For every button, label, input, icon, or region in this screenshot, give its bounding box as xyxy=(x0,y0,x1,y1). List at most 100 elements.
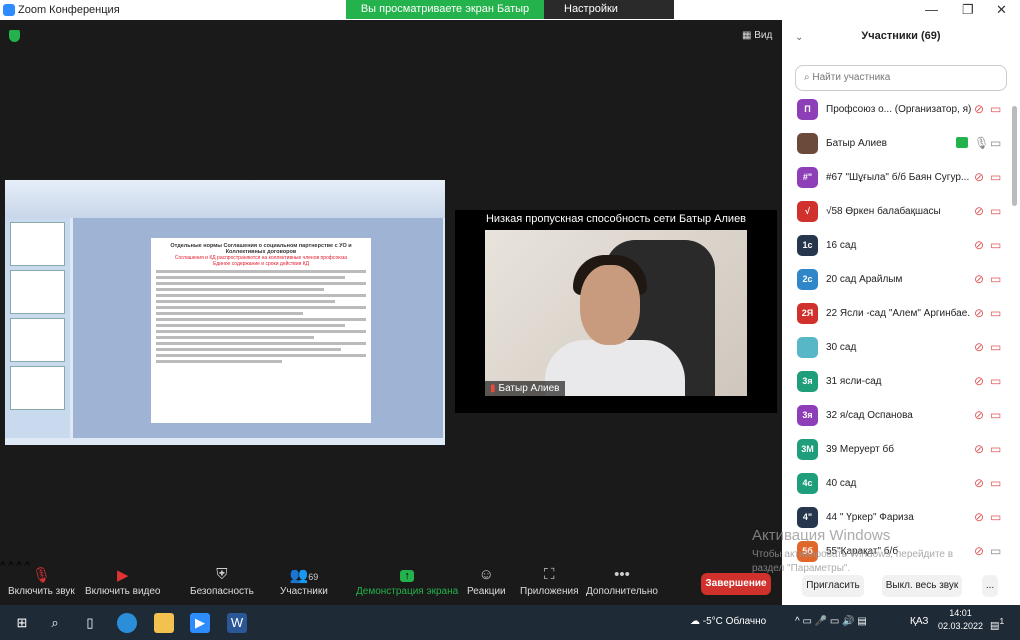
view-label: Вид xyxy=(754,30,773,41)
share-arrow-icon: ↑ xyxy=(356,566,458,586)
share-screen-button[interactable]: ↑ Демонстрация экрана xyxy=(356,566,458,597)
video-off-icon[interactable]: ▭ xyxy=(990,476,1001,490)
video-off-icon[interactable]: ▭ xyxy=(990,374,1001,388)
close-icon[interactable]: ✕ xyxy=(996,2,1007,18)
task-view-icon[interactable]: ▯ xyxy=(80,613,100,633)
mic-muted-icon[interactable]: ⊘ xyxy=(974,238,984,252)
participants-button[interactable]: 👥69 Участники xyxy=(280,566,328,597)
mic-muted-icon[interactable]: ⊘ xyxy=(974,204,984,218)
video-off-icon[interactable]: ▭ xyxy=(990,102,1001,116)
slide-thumb xyxy=(10,270,65,314)
video-off-icon[interactable]: ▭ xyxy=(990,442,1001,456)
participant-row[interactable]: 2Я 22 Ясли -сад "Алем" Аргинбае... ⊘ ▭ xyxy=(782,298,1012,332)
participant-row[interactable]: 3М 39 Меруерт бб ⊘ ▭ xyxy=(782,434,1012,468)
mic-muted-icon[interactable]: ⊘ xyxy=(974,374,984,388)
scrollbar[interactable] xyxy=(1012,106,1017,206)
ppt-ribbon xyxy=(5,180,445,218)
zoom-logo-icon xyxy=(3,4,15,16)
search-icon[interactable]: ⌕ xyxy=(45,613,65,633)
audio-options-caret[interactable]: ^ xyxy=(0,560,5,572)
panel-more-button[interactable]: ... xyxy=(982,575,998,597)
participant-name: 30 сад xyxy=(826,342,857,353)
video-icon[interactable]: ▭ xyxy=(990,136,1001,150)
start-icon[interactable]: ⊞ xyxy=(12,613,32,633)
invite-button[interactable]: Пригласить xyxy=(802,575,864,597)
view-settings-button[interactable]: Настройки просмотра xyxy=(544,0,674,34)
tray-icons[interactable]: ^ ▭ 🎤 ▭ 🔊 ▤ xyxy=(795,616,867,627)
slide-thumb xyxy=(10,366,65,410)
avatar: 1с xyxy=(797,235,818,256)
participant-row[interactable]: 2с 20 сад Арайлым ⊘ ▭ xyxy=(782,264,1012,298)
end-meeting-button[interactable]: Завершение xyxy=(701,573,771,595)
mic-muted-icon[interactable]: ⊘ xyxy=(974,306,984,320)
mic-muted-icon[interactable]: ⊘ xyxy=(974,442,984,456)
more-button[interactable]: ••• Дополнительно xyxy=(586,566,658,597)
video-off-icon[interactable]: ▭ xyxy=(990,510,1001,524)
security-button[interactable]: ⛨ Безопасность xyxy=(190,566,254,597)
video-tile[interactable]: Низкая пропускная способность сети Батыр… xyxy=(455,210,777,413)
emoji-icon: ☺ xyxy=(478,566,494,583)
clock[interactable]: 14:01 02.03.2022 xyxy=(938,607,983,633)
edge-icon[interactable] xyxy=(117,613,137,633)
video-off-icon[interactable]: ▭ xyxy=(990,306,1001,320)
participant-row[interactable]: √ √58 Өркен балабақшасы ⊘ ▭ xyxy=(782,196,1012,230)
slide-thumb xyxy=(10,222,65,266)
unmute-button[interactable]: 🎙 Включить звук xyxy=(8,566,75,597)
weather-widget[interactable]: ☁ -5°C Облачно xyxy=(690,616,766,627)
avatar xyxy=(797,133,818,154)
notifications-icon[interactable]: ▤1 xyxy=(990,616,1004,631)
mic-muted-icon[interactable]: ⊘ xyxy=(974,510,984,524)
video-off-icon[interactable]: ▭ xyxy=(990,340,1001,354)
sharing-icon xyxy=(956,137,968,148)
mic-muted-icon[interactable]: ⊘ xyxy=(974,170,984,184)
video-off-icon[interactable]: ▭ xyxy=(990,204,1001,218)
mic-muted-icon[interactable]: ⊘ xyxy=(974,340,984,354)
avatar: 3я xyxy=(797,405,818,426)
participant-row[interactable]: 1с 16 сад ⊘ ▭ xyxy=(782,230,1012,264)
minimize-icon[interactable]: — xyxy=(925,2,938,17)
view-button[interactable]: ▦ Вид xyxy=(742,30,772,41)
file-explorer-icon[interactable] xyxy=(154,613,174,633)
video-off-icon[interactable]: ▭ xyxy=(990,170,1001,184)
slide-thumb xyxy=(10,318,65,362)
language-indicator[interactable]: ҚАЗ xyxy=(910,616,928,627)
avatar xyxy=(797,337,818,358)
participant-row[interactable]: 4с 40 сад ⊘ ▭ xyxy=(782,468,1012,502)
camera-feed: ▮ Батыр Алиев xyxy=(485,230,747,396)
video-off-icon[interactable]: ▭ xyxy=(990,272,1001,286)
participant-row[interactable]: #" #67 "Шұғыла" б/б Баян Сугур... ⊘ ▭ xyxy=(782,162,1012,196)
participant-row[interactable]: Батыр Алиев 🎙 ▭ xyxy=(782,128,1012,162)
mic-muted-icon[interactable]: ⊘ xyxy=(974,272,984,286)
mic-muted-icon[interactable]: ⊘ xyxy=(974,476,984,490)
encryption-shield-icon[interactable] xyxy=(9,30,20,42)
mic-icon[interactable]: 🎙 xyxy=(974,136,989,150)
avatar: 4" xyxy=(797,507,818,528)
reactions-button[interactable]: ☺ Реакции xyxy=(467,566,506,597)
slide: Отдельные нормы Соглашения о социальном … xyxy=(151,238,371,423)
video-off-icon[interactable]: ▭ xyxy=(990,408,1001,422)
windows-activation-text: Чтобы активировать Windows, перейдите в … xyxy=(752,549,954,574)
mic-muted-icon[interactable]: ⊘ xyxy=(974,102,984,116)
participant-row[interactable]: 3я 31 ясли-сад ⊘ ▭ xyxy=(782,366,1012,400)
participant-name: 31 ясли-сад xyxy=(826,376,882,387)
mute-all-button[interactable]: Выкл. весь звук xyxy=(882,575,962,597)
slide-canvas: Отдельные нормы Соглашения о социальном … xyxy=(73,218,443,438)
participant-search-input[interactable]: ⌕ Найти участника xyxy=(795,65,1007,91)
start-video-button[interactable]: ▶ Включить видео xyxy=(85,566,161,597)
video-name-label: ▮ Батыр Алиев xyxy=(485,381,565,396)
video-icon[interactable]: ▭ xyxy=(990,544,1001,558)
maximize-icon[interactable]: ❐ xyxy=(962,2,974,18)
zoom-taskbar-icon[interactable]: ▶ xyxy=(190,613,210,633)
word-icon[interactable]: W xyxy=(227,613,247,633)
participant-row[interactable]: 3я 32 я/сад Оспанова ⊘ ▭ xyxy=(782,400,1012,434)
video-off-icon[interactable]: ▭ xyxy=(990,238,1001,252)
apps-button[interactable]: ⛶ Приложения xyxy=(520,566,579,597)
participant-row[interactable]: П Профсоюз о... (Организатор, я) ⊘ ▭ xyxy=(782,94,1012,128)
avatar: 3М xyxy=(797,439,818,460)
slide-title: Отдельные нормы Соглашения о социальном … xyxy=(170,243,352,255)
avatar: #" xyxy=(797,167,818,188)
mic-muted-icon[interactable]: ⊘ xyxy=(974,408,984,422)
shared-screen[interactable]: Отдельные нормы Соглашения о социальном … xyxy=(5,180,445,445)
more-icon: ••• xyxy=(614,566,630,583)
participant-row[interactable]: 30 сад ⊘ ▭ xyxy=(782,332,1012,366)
